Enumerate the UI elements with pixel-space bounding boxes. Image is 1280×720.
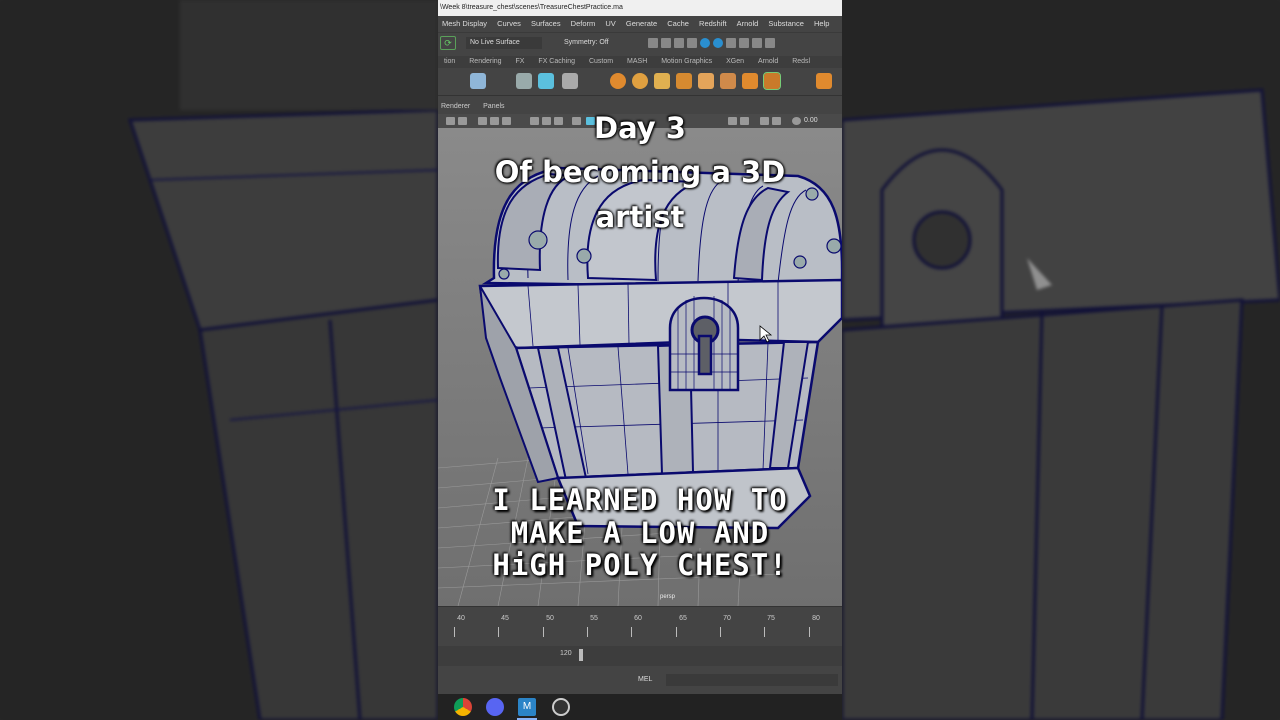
- joint-icon[interactable]: [516, 73, 532, 89]
- timeline-tick: [720, 627, 721, 637]
- menu-surfaces[interactable]: Surfaces: [531, 16, 561, 32]
- overlay-caption-line-3: HiGH POLY CHEST!: [492, 548, 788, 582]
- pivot-icon[interactable]: [562, 73, 578, 89]
- menu-substance[interactable]: Substance: [768, 16, 803, 32]
- timeline-tick: [676, 627, 677, 637]
- pause-icon[interactable]: [752, 38, 762, 48]
- grid-tool-icon[interactable]: [470, 73, 486, 89]
- hypershade-icon[interactable]: [687, 38, 697, 48]
- timeline-tick-label: 75: [767, 615, 775, 622]
- range-end-value[interactable]: 120: [560, 650, 572, 657]
- timeline-tick-label: 70: [723, 615, 731, 622]
- windows-taskbar: M: [438, 694, 842, 720]
- lasso-icon[interactable]: [739, 38, 749, 48]
- timeline-tick: [764, 627, 765, 637]
- overlay-title-line-3: artist: [595, 200, 685, 234]
- cylinder-tool-icon[interactable]: [676, 73, 692, 89]
- timeline-tick: [454, 627, 455, 637]
- timeline-tick: [587, 627, 588, 637]
- timeline-tick-label: 45: [501, 615, 509, 622]
- timeline-tick: [543, 627, 544, 637]
- shelf-tab-custom[interactable]: Custom: [589, 56, 613, 68]
- timeline-tick: [631, 627, 632, 637]
- light-icon[interactable]: [700, 38, 710, 48]
- script-language-toggle[interactable]: MEL: [638, 672, 662, 688]
- overlay-title-line-1: Day 3: [594, 111, 686, 145]
- timeline-tick-label: 80: [812, 615, 820, 622]
- shelf-tab-fx-caching[interactable]: FX Caching: [538, 56, 575, 68]
- overlay-title-line-2: Of becoming a 3D: [494, 155, 786, 189]
- shelf-tab-rendering[interactable]: Rendering: [469, 56, 501, 68]
- menu-mesh-display[interactable]: Mesh Display: [442, 16, 487, 32]
- menu-redshift[interactable]: Redshift: [699, 16, 727, 32]
- symmetry-dropdown[interactable]: Symmetry: Off: [560, 37, 620, 49]
- menu-arnold[interactable]: Arnold: [737, 16, 759, 32]
- render-icon[interactable]: [648, 38, 658, 48]
- command-input[interactable]: [666, 674, 838, 686]
- render-settings-icon[interactable]: [674, 38, 684, 48]
- timeline-tick-label: 50: [546, 615, 554, 622]
- overlay-caption-line-2: MAKE A LOW AND: [510, 516, 770, 550]
- live-surface-field[interactable]: No Live Surface: [466, 37, 542, 49]
- locator-icon[interactable]: [538, 73, 554, 89]
- obs-icon[interactable]: [552, 698, 570, 716]
- overlay-caption-line-1: I LEARNED HOW TO: [492, 483, 788, 517]
- timeline-tick: [498, 627, 499, 637]
- shelf-tab-mash[interactable]: MASH: [627, 56, 647, 68]
- timeline-tick: [809, 627, 810, 637]
- shelf-tab-arnold[interactable]: Arnold: [758, 56, 778, 68]
- extra-shelf-icon[interactable]: [816, 73, 832, 89]
- background-left-blurred: [0, 0, 438, 720]
- snapshot-icon[interactable]: [713, 38, 723, 48]
- shelf-tabs: tion Rendering FX FX Caching Custom MASH…: [438, 56, 842, 68]
- deformer-icon[interactable]: [742, 73, 758, 89]
- timeline-tick-label: 40: [457, 615, 465, 622]
- render-toolbar: [648, 38, 775, 48]
- window-title: \Week 8\treasure_chest\scenes\TreasureCh…: [438, 0, 842, 16]
- timeline-tick-label: 65: [679, 615, 687, 622]
- chrome-icon[interactable]: [454, 698, 472, 716]
- stop-icon[interactable]: [765, 38, 775, 48]
- lattice-icon[interactable]: [763, 72, 781, 90]
- shelf-tab-animation[interactable]: tion: [444, 56, 455, 68]
- discord-icon[interactable]: [486, 698, 504, 716]
- time-slider[interactable]: 40 45 50 55 60 65 70 75 80: [438, 606, 842, 644]
- shelf-tab-fx[interactable]: FX: [516, 56, 525, 68]
- menu-help[interactable]: Help: [814, 16, 829, 32]
- grid-icon[interactable]: [726, 38, 736, 48]
- status-line: ⟳ No Live Surface Symmetry: Off: [438, 32, 842, 52]
- timeline-tick-label: 60: [634, 615, 642, 622]
- range-handle[interactable]: [579, 649, 583, 661]
- camera-label: persp: [660, 594, 676, 600]
- timeline-tick-label: 55: [590, 615, 598, 622]
- menu-curves[interactable]: Curves: [497, 16, 521, 32]
- menu-cache[interactable]: Cache: [667, 16, 689, 32]
- cone-tool-icon[interactable]: [720, 73, 736, 89]
- range-slider[interactable]: 120: [438, 646, 842, 666]
- menu-generate[interactable]: Generate: [626, 16, 657, 32]
- shelf-tab-xgen[interactable]: XGen: [726, 56, 744, 68]
- sphere-tool-icon[interactable]: [610, 73, 626, 89]
- shelf-tab-redshift[interactable]: Redsl: [792, 56, 810, 68]
- torus-icon[interactable]: [632, 73, 648, 89]
- ipr-icon[interactable]: [661, 38, 671, 48]
- select-mode-icon[interactable]: ⟳: [440, 36, 456, 50]
- cube-tool-icon[interactable]: [654, 73, 670, 89]
- shelf-tab-motion-graphics[interactable]: Motion Graphics: [661, 56, 712, 68]
- maya-window: \Week 8\treasure_chest\scenes\TreasureCh…: [438, 0, 842, 720]
- command-line: MEL: [438, 670, 842, 692]
- menu-uv[interactable]: UV: [605, 16, 615, 32]
- menu-bar: Mesh Display Curves Surfaces Deform UV G…: [438, 16, 842, 32]
- shelf: [438, 68, 842, 96]
- menu-deform[interactable]: Deform: [571, 16, 596, 32]
- background-right-blurred: [842, 0, 1280, 720]
- maya-icon[interactable]: M: [518, 698, 536, 716]
- plane-tool-icon[interactable]: [698, 73, 714, 89]
